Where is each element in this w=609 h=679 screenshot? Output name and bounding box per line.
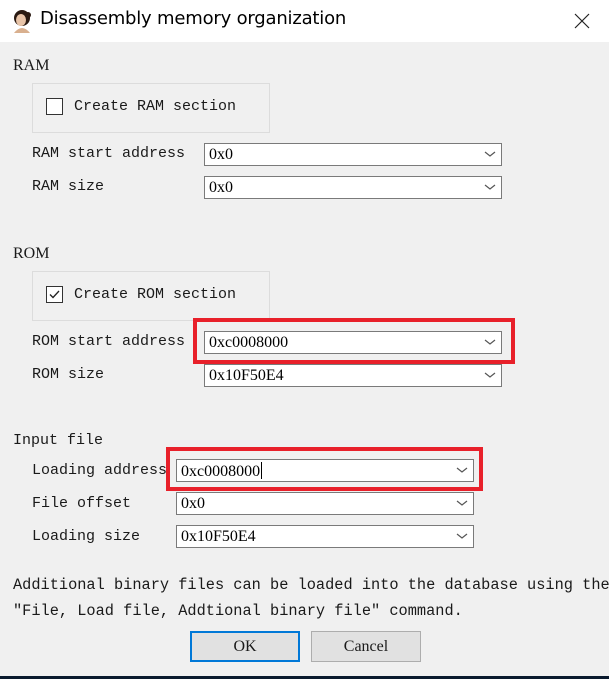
input-file-group-label: Input file [13, 432, 104, 449]
info-text-line1: Additional binary files can be loaded in… [13, 576, 609, 594]
loading-address-combo[interactable]: 0xc0008000 [176, 459, 474, 482]
chevron-down-icon [484, 151, 496, 157]
window-title: Disassembly memory organization [40, 8, 347, 29]
chevron-down-icon [456, 500, 468, 506]
ok-button[interactable]: OK [190, 631, 300, 662]
file-offset-label: File offset [32, 495, 132, 512]
text-caret [261, 462, 263, 479]
loading-address-label: Loading address [32, 462, 168, 479]
loading-size-combo[interactable]: 0x10F50E4 [176, 525, 474, 548]
ram-start-address-value: 0x0 [209, 146, 233, 163]
app-portrait-icon [14, 10, 31, 33]
ram-size-combo[interactable]: 0x0 [204, 176, 502, 199]
rom-size-combo[interactable]: 0x10F50E4 [204, 364, 502, 387]
cancel-button[interactable]: Cancel [311, 631, 421, 662]
loading-size-value: 0x10F50E4 [181, 528, 256, 545]
create-rom-section-checkbox[interactable] [46, 286, 63, 303]
chevron-down-icon [456, 533, 468, 539]
ram-group-label: RAM [13, 57, 50, 74]
info-text-line2: "File, Load file, Addtional binary file"… [13, 602, 463, 620]
close-button[interactable] [566, 6, 598, 36]
rom-start-address-label: ROM start address [32, 333, 186, 350]
rom-size-label: ROM size [32, 366, 105, 383]
create-ram-section-checkbox[interactable] [46, 98, 63, 115]
rom-group-label: ROM [13, 245, 50, 262]
loading-size-label: Loading size [32, 528, 141, 545]
chevron-down-icon [456, 467, 468, 473]
chevron-down-icon [484, 339, 496, 345]
title-bar: Disassembly memory organization [0, 0, 609, 42]
rom-start-address-value: 0xc0008000 [209, 334, 289, 351]
ram-size-label: RAM size [32, 178, 105, 195]
rom-start-address-combo[interactable]: 0xc0008000 [204, 331, 502, 354]
chevron-down-icon [484, 372, 496, 378]
checkmark-icon [49, 290, 60, 299]
loading-address-value: 0xc0008000 [181, 463, 261, 480]
file-offset-combo[interactable]: 0x0 [176, 492, 474, 515]
chevron-down-icon [484, 184, 496, 190]
ram-start-address-combo[interactable]: 0x0 [204, 143, 502, 166]
close-icon [574, 13, 590, 29]
rom-size-value: 0x10F50E4 [209, 367, 284, 384]
create-rom-section-label: Create ROM section [74, 286, 237, 303]
file-offset-value: 0x0 [181, 495, 205, 512]
ram-size-value: 0x0 [209, 179, 233, 196]
create-ram-section-label: Create RAM section [74, 98, 237, 115]
ram-start-address-label: RAM start address [32, 145, 186, 162]
